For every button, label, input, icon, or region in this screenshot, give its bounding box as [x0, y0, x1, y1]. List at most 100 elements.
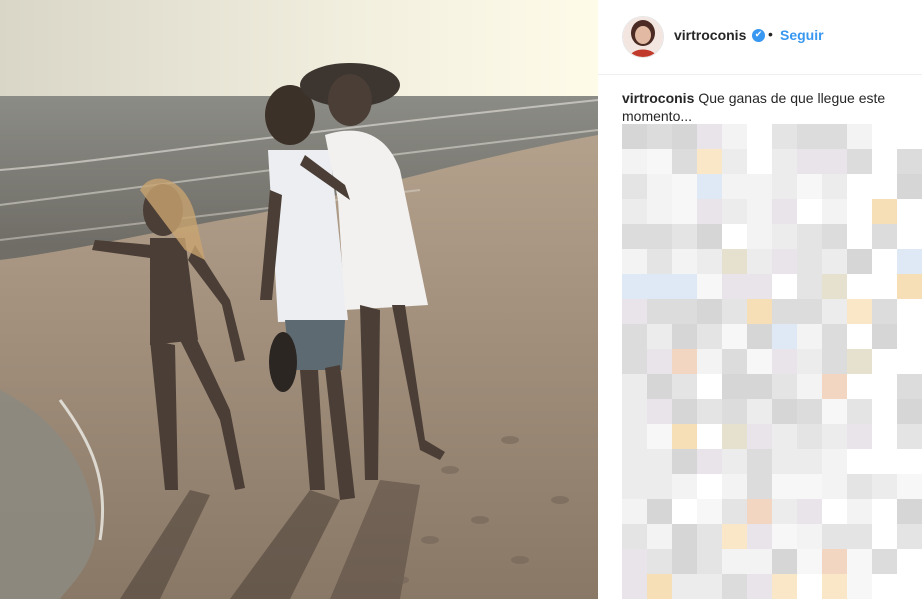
blurred-comment-pixel — [897, 549, 922, 574]
blurred-comment-pixel — [772, 349, 797, 374]
blurred-comment-pixel — [697, 299, 722, 324]
caption-username[interactable]: virtroconis — [622, 90, 694, 106]
blurred-comment-pixel — [872, 374, 897, 399]
blurred-comment-pixel — [872, 474, 897, 499]
blurred-comment-pixel — [897, 274, 922, 299]
blurred-comment-pixel — [697, 549, 722, 574]
blurred-comment-pixel — [797, 374, 822, 399]
blurred-comment-pixel — [822, 124, 847, 149]
blurred-comment-pixel — [722, 299, 747, 324]
blurred-comment-pixel — [772, 249, 797, 274]
blurred-comment-pixel — [822, 149, 847, 174]
blurred-comment-pixel — [697, 199, 722, 224]
blurred-comment-pixel — [897, 424, 922, 449]
blurred-comment-pixel — [672, 549, 697, 574]
blurred-comment-pixel — [697, 524, 722, 549]
blurred-comment-pixel — [747, 449, 772, 474]
blurred-comment-pixel — [872, 124, 897, 149]
blurred-comment-pixel — [772, 274, 797, 299]
blurred-comment-pixel — [722, 524, 747, 549]
blurred-comment-pixel — [897, 399, 922, 424]
blurred-comment-pixel — [797, 199, 822, 224]
blurred-comment-pixel — [697, 174, 722, 199]
blurred-comment-pixel — [897, 174, 922, 199]
blurred-comment-pixel — [822, 424, 847, 449]
blurred-comment-pixel — [822, 399, 847, 424]
blurred-comment-pixel — [722, 274, 747, 299]
blurred-comment-pixel — [772, 474, 797, 499]
blurred-comment-pixel — [647, 449, 672, 474]
blurred-comment-pixel — [772, 324, 797, 349]
header-username[interactable]: virtroconis — [674, 27, 746, 43]
blurred-comment-pixel — [722, 399, 747, 424]
blurred-comment-pixel — [897, 499, 922, 524]
blurred-comment-pixel — [647, 399, 672, 424]
blurred-comment-pixel — [747, 274, 772, 299]
blurred-comment-pixel — [622, 149, 647, 174]
blurred-comment-pixel — [697, 474, 722, 499]
blurred-comment-pixel — [847, 549, 872, 574]
blurred-comment-pixel — [897, 224, 922, 249]
blurred-comment-pixel — [647, 549, 672, 574]
blurred-comment-pixel — [722, 424, 747, 449]
blurred-comment-pixel — [647, 199, 672, 224]
blurred-comment-pixel — [797, 149, 822, 174]
blurred-comment-pixel — [872, 224, 897, 249]
blurred-comment-pixel — [722, 199, 747, 224]
blurred-comment-pixel — [722, 324, 747, 349]
blurred-comment-pixel — [872, 299, 897, 324]
blurred-comment-pixel — [772, 224, 797, 249]
follow-button[interactable]: Seguir — [780, 27, 824, 43]
blurred-comment-pixel — [772, 174, 797, 199]
blurred-comment-pixel — [822, 199, 847, 224]
blurred-comment-pixel — [747, 299, 772, 324]
blurred-comment-pixel — [622, 199, 647, 224]
blurred-comment-pixel — [697, 274, 722, 299]
blurred-comment-pixel — [647, 174, 672, 199]
blurred-comment-pixel — [697, 499, 722, 524]
blurred-comment-pixel — [847, 124, 872, 149]
blurred-comment-pixel — [897, 349, 922, 374]
profile-avatar[interactable] — [622, 16, 664, 58]
blurred-comment-pixel — [722, 449, 747, 474]
blurred-comment-pixel — [697, 374, 722, 399]
blurred-comment-pixel — [697, 324, 722, 349]
blurred-comment-pixel — [722, 574, 747, 599]
blurred-comment-pixel — [872, 399, 897, 424]
blurred-comment-pixel — [847, 449, 872, 474]
blurred-comment-pixel — [647, 574, 672, 599]
blurred-comment-pixel — [647, 224, 672, 249]
blurred-comment-pixel — [847, 524, 872, 549]
blurred-comment-pixel — [622, 549, 647, 574]
blurred-comment-pixel — [797, 249, 822, 274]
blurred-comment-pixel — [822, 524, 847, 549]
blurred-comment-pixel — [772, 499, 797, 524]
blurred-comment-pixel — [797, 299, 822, 324]
blurred-comment-pixel — [747, 199, 772, 224]
blurred-comment-pixel — [847, 249, 872, 274]
blurred-comment-pixel — [697, 124, 722, 149]
blurred-comment-pixel — [647, 249, 672, 274]
blurred-comment-pixel — [747, 549, 772, 574]
blurred-comment-pixel — [822, 224, 847, 249]
blurred-comment-pixel — [747, 524, 772, 549]
blurred-comment-pixel — [697, 249, 722, 274]
blurred-comment-pixel — [747, 349, 772, 374]
blurred-comment-pixel — [897, 249, 922, 274]
blurred-comment-pixel — [822, 374, 847, 399]
blurred-comment-pixel — [622, 374, 647, 399]
blurred-comment-pixel — [647, 274, 672, 299]
blurred-comment-pixel — [622, 449, 647, 474]
blurred-comment-pixel — [847, 224, 872, 249]
blurred-comment-pixel — [622, 124, 647, 149]
blurred-comment-pixel — [647, 374, 672, 399]
post-photo[interactable] — [0, 0, 598, 599]
blurred-comment-pixel — [647, 349, 672, 374]
blurred-comment-pixel — [622, 249, 647, 274]
blurred-comment-pixel — [622, 274, 647, 299]
blurred-comment-pixel — [722, 474, 747, 499]
blurred-comment-pixel — [847, 474, 872, 499]
blurred-comment-pixel — [647, 299, 672, 324]
blurred-comment-pixel — [747, 249, 772, 274]
blurred-comment-pixel — [897, 524, 922, 549]
